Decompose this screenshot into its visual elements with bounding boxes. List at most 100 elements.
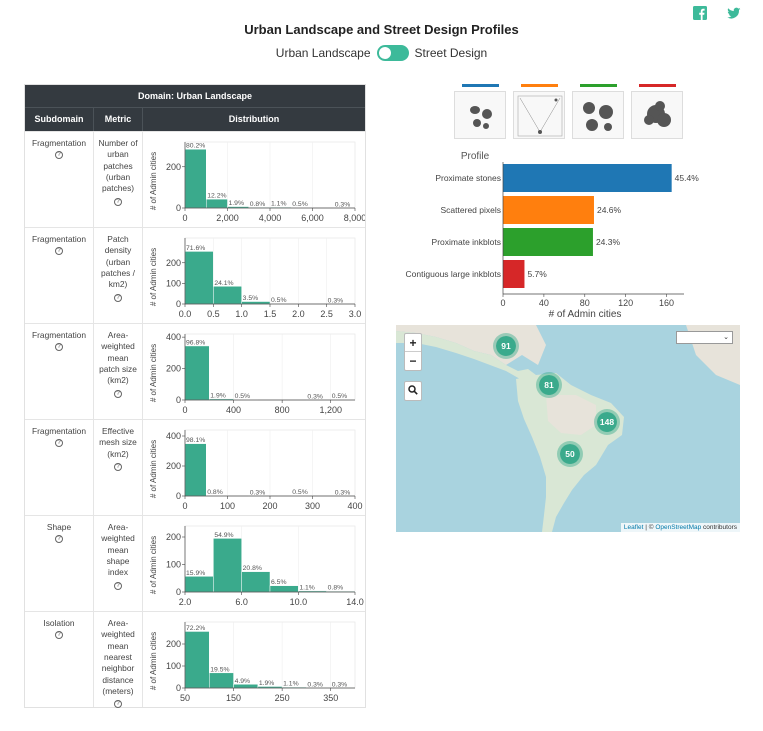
osm-link[interactable]: OpenStreetMap: [655, 524, 701, 531]
map-attribution: Leaflet | © OpenStreetMap contributors: [620, 523, 740, 532]
histogram-bar[interactable]: [213, 538, 242, 593]
bar-percent-label: 0.3%: [328, 297, 344, 304]
profile-category-label: Scattered pixels: [441, 205, 501, 215]
zoom-in-button[interactable]: +: [405, 334, 421, 352]
profile-category-label: Proximate stones: [435, 173, 501, 183]
toggle-left-label[interactable]: Urban Landscape: [276, 46, 371, 60]
help-icon[interactable]: ?: [114, 293, 122, 302]
profile-bar[interactable]: [503, 228, 593, 256]
toggle-right-label[interactable]: Street Design: [415, 46, 488, 60]
help-icon[interactable]: ?: [114, 389, 122, 398]
profile-value-label: 45.4%: [675, 173, 700, 183]
help-icon[interactable]: ?: [55, 631, 63, 639]
x-tick-label: 1.0: [235, 309, 248, 319]
help-icon[interactable]: ?: [114, 197, 122, 206]
metric-label-line: weighted: [101, 629, 135, 640]
search-icon[interactable]: [405, 382, 421, 400]
help-icon[interactable]: ?: [55, 151, 63, 159]
domain-table: Domain: Urban Landscape Subdomain Metric…: [24, 84, 366, 709]
x-tick-label: 800: [275, 405, 290, 415]
y-tick-label: 200: [166, 162, 181, 172]
histogram-bar[interactable]: [241, 571, 271, 593]
help-icon[interactable]: ?: [55, 247, 63, 255]
histogram-bar[interactable]: [184, 443, 207, 497]
subdomain-label: Isolation: [43, 618, 75, 628]
x-tick-label: 10.0: [290, 597, 308, 607]
histogram-bar[interactable]: [184, 576, 214, 593]
metric-label-line: patch size: [99, 364, 137, 375]
bar-percent-label: 1.9%: [229, 200, 245, 207]
profile-bar[interactable]: [503, 164, 672, 192]
x-tick-label: 300: [305, 501, 320, 511]
histogram-bar[interactable]: [184, 631, 210, 689]
help-icon[interactable]: ?: [55, 439, 63, 447]
x-tick-label: 2.0: [179, 597, 192, 607]
metric-label-line: (km2): [107, 448, 129, 459]
thumbnail-proximate-stones[interactable]: [454, 84, 506, 139]
city-map[interactable]: + − ⌄ 91 81 148 50 Leaflet | © OpenStree…: [396, 325, 740, 532]
table-row: Fragmentation? Area-weighted mean patch siz…: [25, 323, 365, 419]
thumbnail-proximate-inkblots[interactable]: [572, 84, 624, 139]
search-control[interactable]: [404, 381, 422, 401]
metric-label-line: Area-: [107, 522, 129, 532]
help-icon[interactable]: ?: [55, 343, 63, 351]
map-layer-select[interactable]: ⌄: [676, 331, 733, 344]
y-tick-label: 400: [166, 431, 181, 441]
toggle-switch[interactable]: [376, 45, 409, 61]
histogram-bar[interactable]: [209, 672, 234, 689]
x-tick-label: 0: [182, 213, 187, 223]
table-row: Isolation? Area-weighted mean nearest neighb…: [25, 611, 365, 709]
bar-percent-label: 1.1%: [283, 681, 299, 688]
histogram-bar[interactable]: [184, 345, 210, 401]
thumbnail-color-bar: [579, 84, 617, 87]
bar-percent-label: 0.5%: [271, 297, 287, 304]
column-header-distribution: Distribution: [228, 114, 280, 124]
metric-label-line: Effective: [102, 426, 134, 436]
cluster-marker[interactable]: 50: [557, 441, 583, 467]
bar-percent-label: 24.1%: [214, 280, 233, 287]
bar-percent-label: 0.5%: [292, 489, 308, 496]
bar-percent-label: 0.8%: [207, 489, 223, 496]
help-icon[interactable]: ?: [55, 535, 63, 543]
subdomain-cell: Fragmentation?: [25, 132, 94, 227]
cluster-marker[interactable]: 81: [536, 372, 562, 398]
bar-percent-label: 0.8%: [328, 585, 344, 592]
help-icon[interactable]: ?: [114, 581, 122, 590]
thumbnail-scattered-pixels[interactable]: [513, 84, 565, 139]
twitter-icon[interactable]: [727, 6, 741, 20]
metric-label-line: patches /: [101, 268, 135, 279]
metric-label-line: index: [107, 567, 129, 578]
cluster-marker[interactable]: 91: [493, 333, 519, 359]
x-tick-label: 1.5: [264, 309, 277, 319]
y-tick-label: 0: [176, 587, 181, 597]
histogram-bar[interactable]: [184, 251, 214, 305]
metric-cell: Area-weighted mean shape index?: [94, 516, 143, 611]
metric-cell: Area-weighted mean nearest neighbor distance…: [94, 612, 143, 709]
thumbnail-contiguous-inkblots[interactable]: [631, 84, 683, 139]
metric-label-line: urban: [107, 149, 129, 160]
help-icon[interactable]: ?: [114, 700, 122, 709]
zoom-out-button[interactable]: −: [405, 352, 421, 370]
histogram-bar[interactable]: [233, 684, 259, 689]
histogram-bar[interactable]: [269, 585, 299, 593]
profile-bar[interactable]: [503, 260, 525, 288]
histogram-bar[interactable]: [184, 148, 207, 209]
y-axis-label: # of Admin cities: [149, 248, 158, 306]
cluster-marker[interactable]: 148: [594, 409, 620, 435]
histogram-bar[interactable]: [213, 286, 242, 305]
metric-label-line: mean: [107, 352, 129, 363]
metric-cell: Patch density (urban patches / km2)?: [94, 228, 143, 323]
leaflet-link[interactable]: Leaflet: [624, 524, 644, 531]
y-tick-label: 400: [166, 332, 181, 342]
profile-bar[interactable]: [503, 196, 594, 224]
profile-value-label: 24.3%: [596, 237, 621, 247]
metric-label-line: weighted: [101, 533, 135, 544]
metric-label-line: km2): [108, 279, 128, 290]
subdomain-cell: Fragmentation?: [25, 420, 94, 515]
y-axis-label: # of Admin cities: [149, 152, 158, 210]
help-icon[interactable]: ?: [114, 463, 122, 472]
y-tick-label: 0: [176, 203, 181, 213]
histogram: # of Admin cities 72.2% 19.5% 4.9% 1.9% 1.1% 0…: [149, 621, 356, 703]
facebook-icon[interactable]: [693, 6, 707, 20]
histogram-bar[interactable]: [206, 198, 228, 209]
